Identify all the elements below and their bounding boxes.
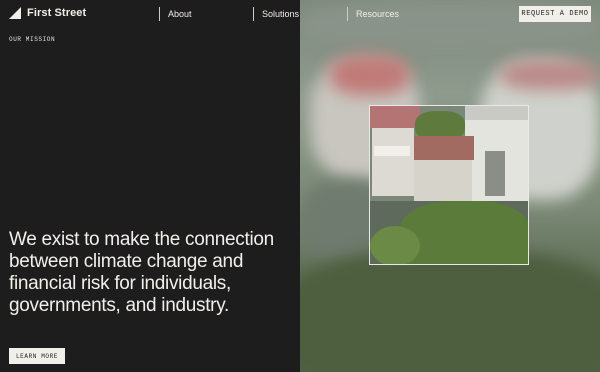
flooded-houses-photo [369,105,529,265]
nav-link-solutions[interactable]: Solutions [253,7,299,21]
brand-logo-link[interactable]: First Street [9,7,86,19]
mission-eyebrow: OUR MISSION [9,36,56,43]
hero-headline: We exist to make the connection between … [9,229,274,316]
nav-link-about[interactable]: About [159,7,192,21]
request-demo-button[interactable]: REQUEST A DEMO [519,6,591,22]
nav-link-resources[interactable]: Resources [347,7,399,21]
first-street-logo-icon [9,7,21,19]
brand-name: First Street [27,7,87,19]
top-navigation: First Street About Solutions Resources R… [0,0,600,28]
learn-more-button[interactable]: LEARN MORE [9,348,65,364]
